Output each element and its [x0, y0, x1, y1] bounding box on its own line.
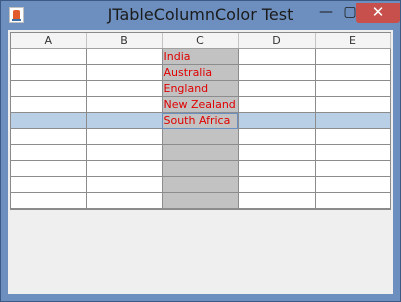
table-cell-e[interactable] — [315, 144, 391, 161]
table-cell-b[interactable] — [86, 80, 163, 97]
table-cell-d[interactable] — [238, 144, 316, 161]
table-header-row: A B C D E — [11, 33, 391, 49]
table-row[interactable] — [11, 128, 391, 145]
table-cell-a[interactable] — [11, 48, 87, 65]
column-header-c[interactable]: C — [162, 33, 239, 49]
table-cell-b[interactable] — [86, 160, 163, 177]
table-cell-d[interactable] — [238, 160, 316, 177]
table-cell-c[interactable]: Australia — [162, 64, 239, 81]
table-cell-e[interactable] — [315, 192, 391, 209]
app-window: JTableColumnColor Test — ▢ ✕ A B C D E I… — [0, 0, 401, 302]
table-row[interactable]: South Africa — [11, 112, 391, 129]
table-cell-a[interactable] — [11, 144, 87, 161]
table-cell-c[interactable]: New Zealand — [162, 96, 239, 113]
table-cell-a[interactable] — [11, 160, 87, 177]
table-cell-d[interactable] — [238, 176, 316, 193]
table-cell-c[interactable]: England — [162, 80, 239, 97]
minimize-button[interactable]: — — [315, 3, 337, 23]
table-cell-d[interactable] — [238, 96, 316, 113]
table-cell-a[interactable] — [11, 112, 87, 129]
table-cell-c[interactable] — [162, 160, 239, 177]
table-row[interactable] — [11, 176, 391, 193]
table-cell-e[interactable] — [315, 80, 391, 97]
table-row[interactable]: New Zealand — [11, 96, 391, 113]
table-cell-c[interactable] — [162, 144, 239, 161]
table-cell-b[interactable] — [86, 128, 163, 145]
table-cell-a[interactable] — [11, 96, 87, 113]
table-cell-e[interactable] — [315, 176, 391, 193]
table-cell-d[interactable] — [238, 80, 316, 97]
table-cell-b[interactable] — [86, 192, 163, 209]
column-header-a[interactable]: A — [11, 33, 87, 49]
data-table[interactable]: A B C D E India Australia England New Zeala… — [11, 33, 391, 209]
table-cell-d[interactable] — [238, 128, 316, 145]
table-row[interactable]: India — [11, 48, 391, 65]
table-row[interactable] — [11, 192, 391, 209]
column-header-b[interactable]: B — [86, 33, 163, 49]
table-cell-c[interactable]: South Africa — [162, 112, 239, 129]
table-cell-e[interactable] — [315, 112, 391, 129]
table-cell-c[interactable] — [162, 128, 239, 145]
title-bar[interactable]: JTableColumnColor Test — ▢ ✕ — [1, 1, 400, 30]
table-cell-c[interactable] — [162, 192, 239, 209]
column-header-d[interactable]: D — [238, 33, 316, 49]
table-cell-c[interactable]: India — [162, 48, 239, 65]
table-cell-b[interactable] — [86, 144, 163, 161]
table-cell-e[interactable] — [315, 128, 391, 145]
table-cell-b[interactable] — [86, 96, 163, 113]
content-pane: A B C D E India Australia England New Zeala… — [8, 30, 393, 294]
table-cell-d[interactable] — [238, 192, 316, 209]
table-cell-a[interactable] — [11, 128, 87, 145]
table-cell-b[interactable] — [86, 48, 163, 65]
table-cell-b[interactable] — [86, 112, 163, 129]
table-cell-b[interactable] — [86, 64, 163, 81]
table-cell-c[interactable] — [162, 176, 239, 193]
table-cell-e[interactable] — [315, 48, 391, 65]
table-cell-d[interactable] — [238, 112, 316, 129]
table-cell-e[interactable] — [315, 160, 391, 177]
table-row[interactable]: Australia — [11, 64, 391, 81]
table-row[interactable] — [11, 144, 391, 161]
table-cell-b[interactable] — [86, 176, 163, 193]
table-cell-d[interactable] — [238, 64, 316, 81]
table-cell-e[interactable] — [315, 96, 391, 113]
table-cell-a[interactable] — [11, 192, 87, 209]
close-button[interactable]: ✕ — [356, 3, 400, 23]
table-row[interactable]: England — [11, 80, 391, 97]
table-cell-a[interactable] — [11, 64, 87, 81]
table-cell-a[interactable] — [11, 176, 87, 193]
table-cell-e[interactable] — [315, 64, 391, 81]
table-cell-d[interactable] — [238, 48, 316, 65]
table-scroll-pane: A B C D E India Australia England New Zeala… — [10, 32, 391, 210]
column-header-e[interactable]: E — [315, 33, 391, 49]
table-cell-a[interactable] — [11, 80, 87, 97]
table-row[interactable] — [11, 160, 391, 177]
